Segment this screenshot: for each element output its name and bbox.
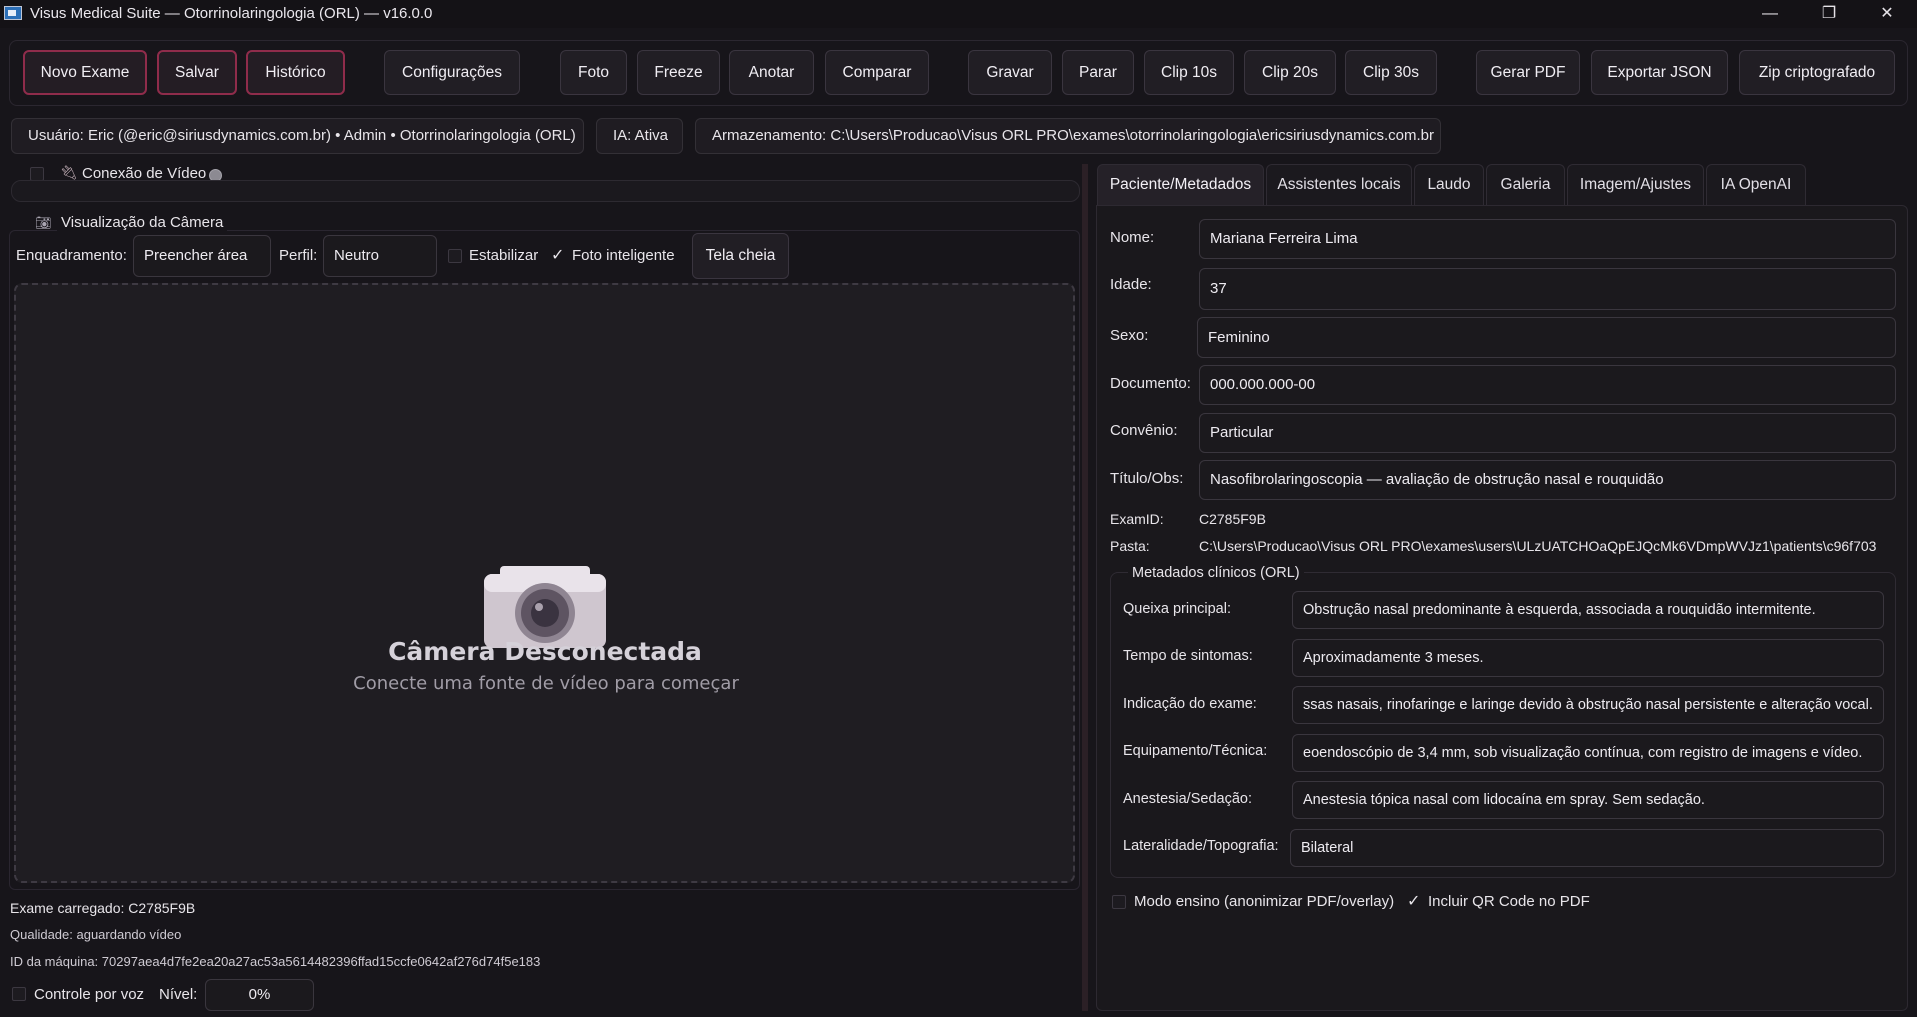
equipamento-field[interactable]: eoendoscópio de 3,4 mm, sob visualização… [1292, 734, 1884, 772]
examid-label: ExamID: [1110, 511, 1164, 527]
titulo-field[interactable]: Nasofibrolaringoscopia — avaliação de ob… [1199, 460, 1896, 500]
tab-imagem-ajustes[interactable]: Imagem/Ajustes [1567, 164, 1704, 206]
nivel-meter: 0% [205, 979, 314, 1011]
indicacao-field[interactable]: ssas nasais, rinofaringe e laringe devid… [1292, 686, 1884, 724]
qualidade-status: Qualidade: aguardando vídeo [10, 927, 182, 942]
documento-field[interactable]: 000.000.000-00 [1199, 365, 1896, 405]
anotar-button[interactable]: Anotar [729, 50, 814, 95]
tempo-sintomas-label: Tempo de sintomas: [1123, 648, 1253, 664]
convenio-field[interactable]: Particular [1199, 413, 1896, 453]
machine-id: ID da máquina: 70297aea4d7fe2ea20a27ac53… [10, 954, 541, 969]
gerar-pdf-button[interactable]: Gerar PDF [1476, 50, 1580, 95]
estabilizar-checkbox[interactable] [448, 249, 462, 263]
pasta-value: C:\Users\Producao\Visus ORL PRO\exames\u… [1199, 538, 1877, 554]
tab-paciente-metadados[interactable]: Paciente/Metadados [1097, 164, 1264, 206]
titulo-label: Título/Obs: [1110, 470, 1184, 487]
historico-button[interactable]: Histórico [246, 50, 345, 95]
panel-splitter[interactable] [1082, 164, 1088, 1011]
enquadramento-select[interactable]: Preencher área [133, 235, 271, 277]
lateralidade-label: Lateralidade/Topografia: [1123, 838, 1279, 854]
lateralidade-field[interactable]: Bilateral [1290, 829, 1884, 867]
video-connection-panel[interactable] [11, 180, 1080, 202]
equipamento-label: Equipamento/Técnica: [1123, 743, 1268, 759]
enquadramento-label: Enquadramento: [16, 247, 127, 264]
video-connection-toggle[interactable] [30, 167, 44, 181]
foto-inteligente-label: Foto inteligente [572, 247, 675, 264]
exportar-json-button[interactable]: Exportar JSON [1591, 50, 1728, 95]
indicacao-label: Indicação do exame: [1123, 696, 1257, 712]
foto-inteligente-checkbox[interactable]: ✓ [551, 245, 564, 265]
tab-laudo[interactable]: Laudo [1414, 164, 1484, 206]
camera-status-subtitle: Conecte uma fonte de vídeo para começar [353, 673, 739, 694]
window-title: Visus Medical Suite — Otorrinolaringolog… [30, 5, 433, 22]
tab-assistentes-locais[interactable]: Assistentes locais [1266, 164, 1412, 206]
modo-ensino-label: Modo ensino (anonimizar PDF/overlay) [1134, 893, 1395, 910]
controle-voz-label: Controle por voz [34, 986, 145, 1003]
qr-code-label: Incluir QR Code no PDF [1428, 893, 1590, 910]
queixa-field[interactable]: Obstrução nasal predominante à esquerda,… [1292, 591, 1884, 629]
zip-criptografado-button[interactable]: Zip criptografado [1739, 50, 1895, 95]
sexo-select[interactable]: Feminino [1197, 317, 1896, 358]
perfil-select[interactable]: Neutro [323, 235, 437, 277]
plug-icon: 🔌︎ [60, 164, 78, 180]
comparar-button[interactable]: Comparar [825, 50, 929, 95]
minimize-button[interactable]: — [1741, 0, 1799, 28]
app-icon [4, 6, 22, 20]
nome-label: Nome: [1110, 229, 1155, 246]
pasta-label: Pasta: [1110, 538, 1150, 554]
tela-cheia-button[interactable]: Tela cheia [692, 233, 789, 279]
tab-galeria[interactable]: Galeria [1486, 164, 1565, 206]
qr-code-checkbox[interactable]: ✓ [1407, 891, 1420, 911]
idade-field[interactable]: 37 [1199, 268, 1896, 310]
maximize-button[interactable]: ❐ [1800, 0, 1858, 28]
clinical-metadata-title: Metadados clínicos (ORL) [1128, 565, 1304, 581]
examid-value: C2785F9B [1199, 511, 1266, 527]
tempo-sintomas-field[interactable]: Aproximadamente 3 meses. [1292, 639, 1884, 677]
salvar-button[interactable]: Salvar [157, 50, 237, 95]
storage-path: Armazenamento: C:\Users\Producao\Visus O… [695, 118, 1441, 154]
sexo-label: Sexo: [1110, 327, 1149, 344]
estabilizar-label: Estabilizar [469, 247, 539, 264]
modo-ensino-checkbox[interactable] [1112, 895, 1126, 909]
camera-view-title: Visualização da Câmera [57, 214, 228, 231]
convenio-label: Convênio: [1110, 422, 1178, 439]
exame-carregado: Exame carregado: C2785F9B [10, 900, 196, 916]
nivel-label: Nível: [159, 986, 198, 1003]
queixa-label: Queixa principal: [1123, 601, 1231, 617]
anestesia-label: Anestesia/Sedação: [1123, 791, 1252, 807]
parar-button[interactable]: Parar [1062, 50, 1134, 95]
gravar-button[interactable]: Gravar [968, 50, 1052, 95]
anestesia-field[interactable]: Anestesia tópica nasal com lidocaína em … [1292, 781, 1884, 819]
nome-field[interactable]: Mariana Ferreira Lima [1199, 219, 1896, 259]
clip-10s-button[interactable]: Clip 10s [1144, 50, 1234, 95]
tab-ia-openai[interactable]: IA OpenAI [1706, 164, 1806, 206]
controle-voz-checkbox[interactable] [12, 987, 26, 1001]
novo-exame-button[interactable]: Novo Exame [23, 50, 147, 95]
perfil-label: Perfil: [279, 247, 318, 264]
close-button[interactable]: ✕ [1858, 0, 1916, 28]
clip-20s-button[interactable]: Clip 20s [1244, 50, 1336, 95]
ia-status: IA: Ativa [596, 118, 683, 154]
idade-label: Idade: [1110, 276, 1152, 293]
configuracoes-button[interactable]: Configurações [384, 50, 520, 95]
camera-icon: 📷︎ [35, 215, 52, 230]
camera-status-title: Câmera Desconectada [388, 637, 702, 666]
foto-button[interactable]: Foto [560, 50, 627, 95]
user-info: Usuário: Eric (@eric@siriusdynamics.com.… [11, 118, 584, 154]
documento-label: Documento: [1110, 375, 1191, 392]
freeze-button[interactable]: Freeze [637, 50, 720, 95]
clip-30s-button[interactable]: Clip 30s [1345, 50, 1437, 95]
